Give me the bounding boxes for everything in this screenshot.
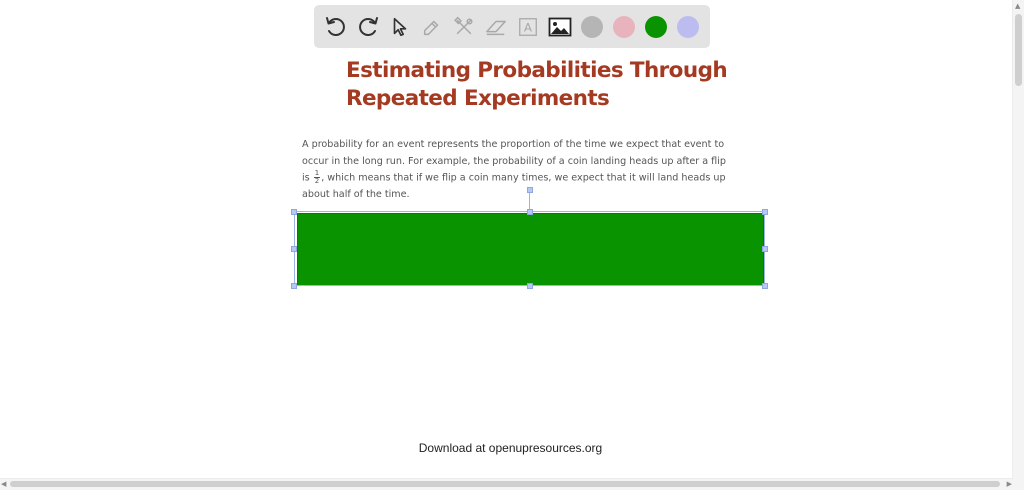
scroll-up-arrow-icon[interactable]: ▲ — [1015, 2, 1020, 10]
horizontal-scroll-thumb[interactable] — [10, 481, 1000, 487]
rotation-handle[interactable] — [527, 187, 533, 193]
color-swatch-lavender[interactable] — [677, 16, 699, 38]
resize-handle-left[interactable] — [291, 246, 297, 252]
select-button[interactable] — [386, 13, 414, 41]
resize-handle-bottom[interactable] — [527, 283, 533, 289]
redo-icon — [359, 17, 378, 36]
intro-paragraph: A probability for an event represents th… — [302, 137, 732, 204]
tools-icon — [454, 16, 473, 35]
color-swatch-gray[interactable] — [581, 16, 603, 38]
text-icon-glyph: A — [524, 21, 533, 35]
title-line-1: Estimating Probabilities Through — [346, 58, 728, 83]
eraser-icon — [486, 20, 506, 36]
vertical-scrollbar[interactable]: ▲ — [1012, 0, 1024, 490]
eraser-button[interactable] — [482, 13, 510, 41]
color-swatch-pink[interactable] — [613, 16, 635, 38]
pencil-button[interactable] — [418, 13, 446, 41]
text-icon: A — [519, 18, 537, 36]
resize-handle-top-right[interactable] — [762, 209, 768, 215]
redo-button[interactable] — [354, 13, 382, 41]
resize-handle-bottom-right[interactable] — [762, 283, 768, 289]
resize-handle-top[interactable] — [527, 209, 533, 215]
fraction-one-half: 12 — [313, 170, 321, 185]
tools-button[interactable] — [450, 13, 478, 41]
paragraph-text-end: , which means that if we flip a coin man… — [302, 172, 726, 201]
scroll-right-arrow-icon[interactable]: ▶ — [1007, 480, 1012, 488]
green-rectangle-shape[interactable] — [297, 213, 764, 286]
undo-icon — [326, 17, 345, 36]
color-swatch-green[interactable] — [645, 16, 667, 38]
fraction-denominator: 2 — [314, 177, 320, 185]
title-line-2: Repeated Experiments — [346, 86, 610, 111]
text-button[interactable]: A — [514, 13, 542, 41]
image-button[interactable] — [546, 13, 574, 41]
drawing-toolbar: A — [314, 5, 710, 48]
pointer-icon — [393, 17, 407, 37]
page-title: Estimating Probabilities Through Repeate… — [346, 57, 746, 113]
resize-handle-right[interactable] — [762, 246, 768, 252]
undo-button[interactable] — [322, 13, 350, 41]
vertical-scroll-thumb[interactable] — [1015, 14, 1022, 86]
horizontal-scrollbar[interactable]: ◀ ▶ — [0, 478, 1013, 490]
download-footer: Download at openupresources.org — [418, 441, 603, 455]
scroll-left-arrow-icon[interactable]: ◀ — [1, 480, 6, 488]
pencil-icon — [423, 20, 439, 36]
resize-handle-bottom-left[interactable] — [291, 283, 297, 289]
resize-handle-top-left[interactable] — [291, 209, 297, 215]
image-icon — [548, 17, 572, 37]
